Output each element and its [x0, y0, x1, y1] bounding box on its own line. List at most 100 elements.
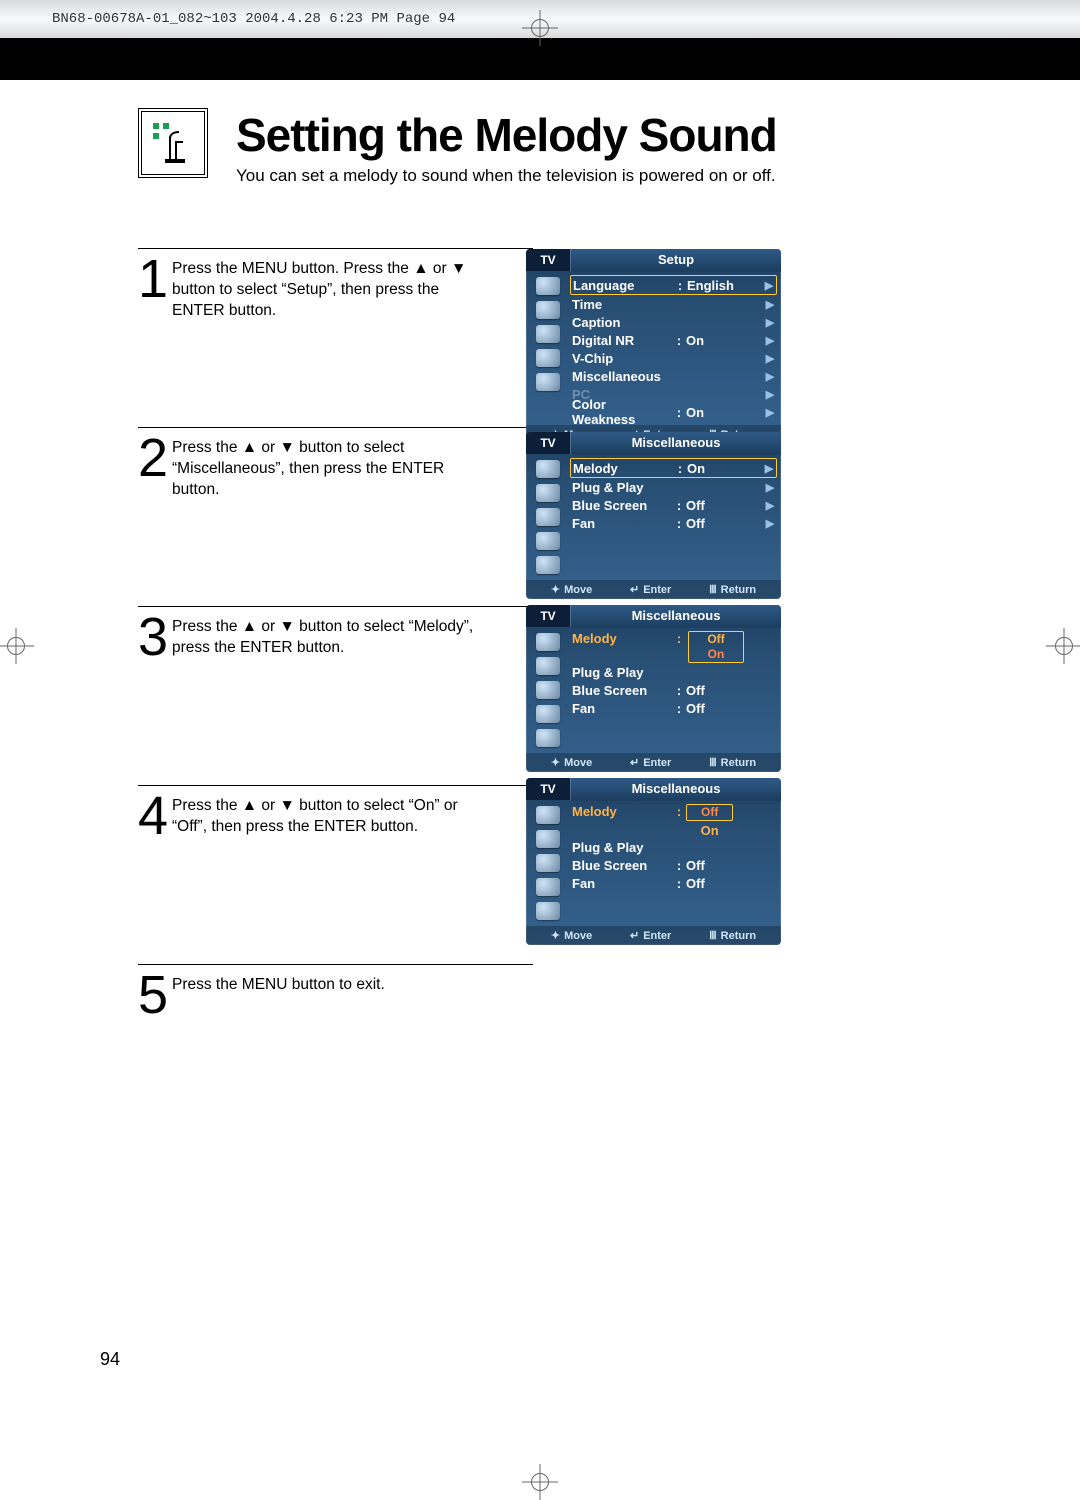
osd-icon [536, 556, 560, 574]
osd-row-vchip[interactable]: V-Chip ▶ [572, 349, 775, 367]
osd-title: Setup [570, 249, 781, 272]
option-off[interactable]: Off [692, 632, 740, 647]
osd-icon [536, 806, 560, 824]
osd-icon [536, 301, 560, 319]
enter-icon: ↵ [630, 583, 639, 596]
osd-row-melody[interactable]: Melody: Off On [572, 631, 775, 663]
osd-misc-1: TV Miscellaneous Melody: On ▶ Plug & Pla… [526, 432, 781, 599]
osd-icon [536, 681, 560, 699]
osd-row-fan[interactable]: Fan: Off [572, 699, 775, 717]
option-off-selected[interactable]: Off [686, 804, 733, 821]
osd-row-plugplay[interactable]: Plug & Play [572, 838, 775, 856]
osd-row-fan[interactable]: Fan: Off [572, 874, 775, 892]
osd-icon [536, 325, 560, 343]
osd-title: Miscellaneous [570, 778, 781, 801]
option-on[interactable]: On [686, 823, 733, 838]
chevron-right-icon: ▶ [765, 406, 775, 419]
osd-icon [536, 902, 560, 920]
step-3: 3 Press the ▲ or ▼ button to select “Mel… [138, 606, 533, 785]
return-icon: Ⅲ [709, 756, 717, 769]
registration-mark-bottom-icon [522, 1464, 558, 1500]
step-1: 1 Press the MENU button. Press the ▲ or … [138, 248, 533, 427]
osd-icon [536, 729, 560, 747]
osd-icon [536, 277, 560, 295]
step-number: 2 [138, 434, 168, 483]
chevron-right-icon: ▶ [765, 334, 775, 347]
step-number: 4 [138, 792, 168, 841]
osd-tv-label: TV [526, 432, 570, 454]
osd-row-miscellaneous[interactable]: Miscellaneous ▶ [572, 367, 775, 385]
osd-row-caption[interactable]: Caption ▶ [572, 313, 775, 331]
osd-row-language[interactable]: Language: English ▶ [570, 275, 777, 295]
osd-row-plugplay[interactable]: Plug & Play ▶ [572, 478, 775, 496]
page-subtitle: You can set a melody to sound when the t… [236, 166, 777, 186]
registration-mark-left-icon [0, 628, 34, 664]
osd-title: Miscellaneous [570, 605, 781, 628]
option-on[interactable]: On [692, 647, 740, 662]
osd-footer: ✦Move ↵Enter ⅢReturn [526, 580, 781, 599]
osd-row-fan[interactable]: Fan: Off ▶ [572, 514, 775, 532]
osd-row-color-weakness[interactable]: Color Weakness: On ▶ [572, 403, 775, 421]
chevron-right-icon: ▶ [765, 388, 775, 401]
osd-tv-label: TV [526, 778, 570, 800]
step-4: 4 Press the ▲ or ▼ button to select “On”… [138, 785, 533, 964]
osd-category-icons [526, 627, 570, 753]
step-5: 5 Press the MENU button to exit. [138, 964, 533, 1020]
print-header: BN68-00678A-01_082~103 2004.4.28 6:23 PM… [0, 0, 1080, 38]
osd-icon [536, 532, 560, 550]
melody-icon [138, 108, 208, 178]
osd-icon [536, 349, 560, 367]
osd-title: Miscellaneous [570, 432, 781, 455]
osd-icon [536, 830, 560, 848]
osd-row-bluescreen[interactable]: Blue Screen: Off [572, 681, 775, 699]
osd-footer: ✦Move ↵Enter ⅢReturn [526, 926, 781, 945]
osd-row-melody[interactable]: Melody: On ▶ [570, 458, 777, 478]
osd-row-bluescreen[interactable]: Blue Screen: Off ▶ [572, 496, 775, 514]
updown-icon: ✦ [551, 583, 560, 596]
osd-row-bluescreen[interactable]: Blue Screen: Off [572, 856, 775, 874]
step-text: Press the MENU button. Press the ▲ or ▼ … [172, 255, 492, 322]
osd-icon [536, 460, 560, 478]
page-title: Setting the Melody Sound [236, 108, 777, 162]
print-header-text: BN68-00678A-01_082~103 2004.4.28 6:23 PM… [52, 11, 455, 27]
osd-icon [536, 854, 560, 872]
osd-tv-label: TV [526, 249, 570, 271]
osd-category-icons [526, 800, 570, 926]
osd-footer: ✦Move ↵Enter ⅢReturn [526, 753, 781, 772]
osd-icon [536, 633, 560, 651]
chevron-right-icon: ▶ [765, 499, 775, 512]
osd-misc-3: TV Miscellaneous Melody: Off On [526, 778, 781, 945]
osd-icon [536, 705, 560, 723]
osd-icon [536, 508, 560, 526]
chevron-right-icon: ▶ [765, 481, 775, 494]
return-icon: Ⅲ [709, 583, 717, 596]
registration-mark-right-icon [1046, 628, 1080, 664]
osd-tv-label: TV [526, 605, 570, 627]
chevron-right-icon: ▶ [765, 370, 775, 383]
osd-row-plugplay[interactable]: Plug & Play [572, 663, 775, 681]
chevron-right-icon: ▶ [765, 316, 775, 329]
melody-option-box[interactable]: Off On [688, 631, 744, 663]
return-icon: Ⅲ [709, 929, 717, 942]
osd-icon [536, 484, 560, 502]
osd-category-icons [526, 271, 570, 425]
chevron-right-icon: ▶ [764, 462, 774, 475]
updown-icon: ✦ [551, 929, 560, 942]
registration-mark-top-icon [522, 10, 558, 46]
updown-icon: ✦ [551, 756, 560, 769]
enter-icon: ↵ [630, 756, 639, 769]
chevron-right-icon: ▶ [765, 298, 775, 311]
osd-row-digital-nr[interactable]: Digital NR: On ▶ [572, 331, 775, 349]
enter-icon: ↵ [630, 929, 639, 942]
osd-icon [536, 657, 560, 675]
chevron-right-icon: ▶ [765, 517, 775, 530]
step-text: Press the MENU button to exit. [172, 971, 492, 996]
step-2: 2 Press the ▲ or ▼ button to select “Mis… [138, 427, 533, 606]
osd-category-icons [526, 454, 570, 580]
osd-misc-2: TV Miscellaneous Melody: Off On [526, 605, 781, 772]
osd-setup: TV Setup Language: English ▶ Time ▶ [526, 249, 781, 444]
chevron-right-icon: ▶ [765, 352, 775, 365]
osd-row-melody[interactable]: Melody: Off On [572, 804, 775, 838]
step-text: Press the ▲ or ▼ button to select “Melod… [172, 613, 492, 659]
osd-row-time[interactable]: Time ▶ [572, 295, 775, 313]
